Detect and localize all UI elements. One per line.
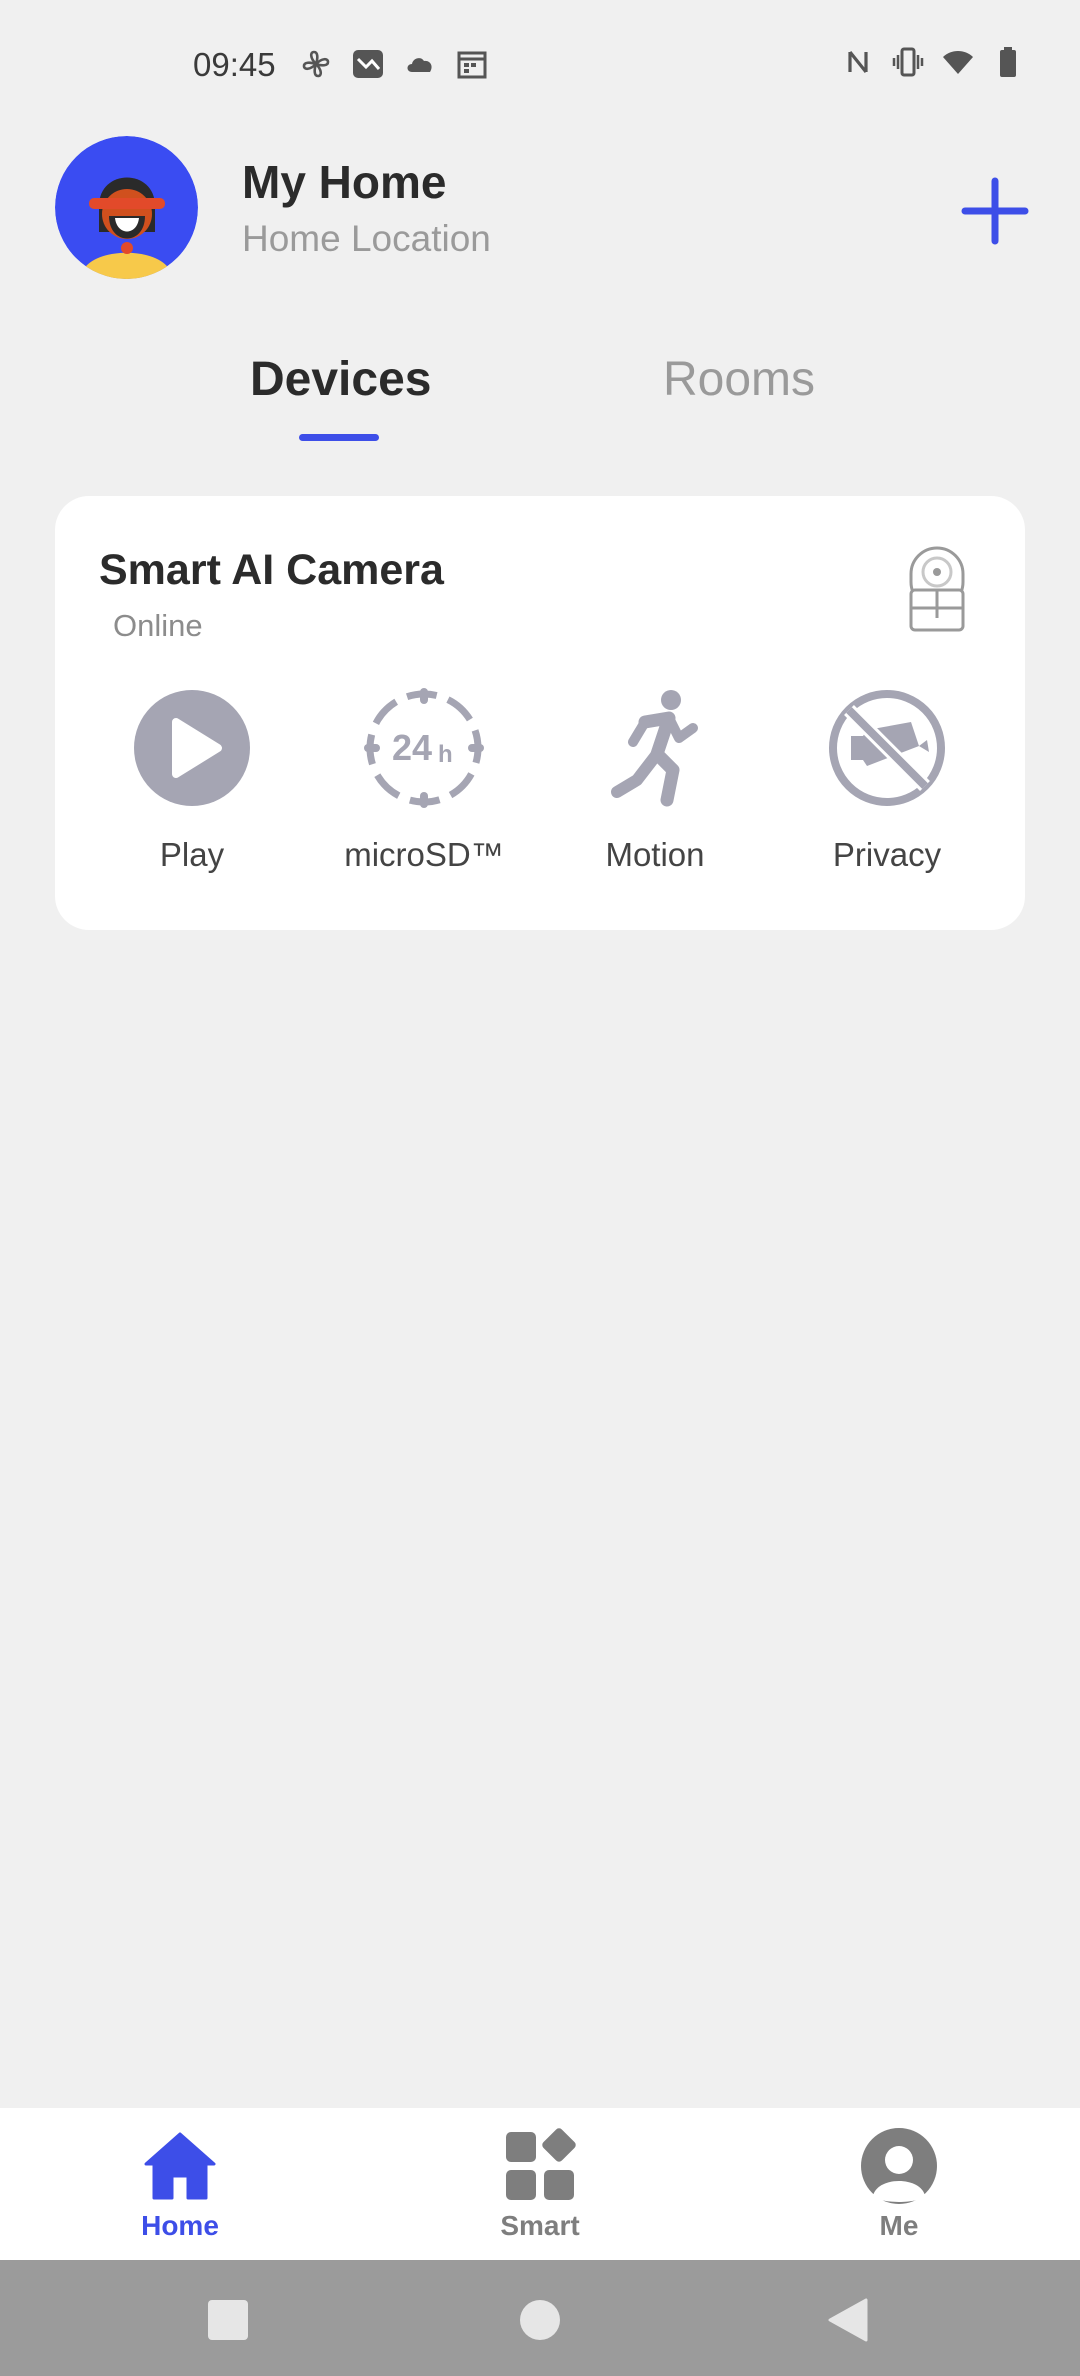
action-label: Play [159,836,225,873]
home-location[interactable]: Home Location [242,218,491,260]
nfc-icon [848,51,868,73]
photo-icon [353,50,383,78]
system-navigation-bar [0,2260,1080,2376]
home-title[interactable]: My Home [242,155,446,209]
tab-rooms[interactable]: Rooms [663,352,815,407]
home-circle-icon[interactable] [518,2298,562,2342]
bottom-navigation: Home Smart Me [0,2108,1080,2260]
status-notification-icons [300,48,488,80]
privacy-action[interactable]: Privacy [787,688,987,874]
battery-icon [1000,47,1016,77]
nav-me[interactable]: Me [799,2126,999,2242]
vibrate-icon [892,47,924,77]
calendar-icon [457,51,487,79]
action-label: microSD™ [344,836,504,873]
avatar-illustration [55,136,198,279]
profile-icon [861,2128,937,2204]
nav-label: Me [879,2210,919,2241]
device-card[interactable]: Smart AI Camera Online Play 24 h microSD… [55,496,1025,930]
privacy-camera-off-icon [829,690,945,806]
microsd-action[interactable]: 24 h microSD™ [324,688,524,874]
svg-text:h: h [438,741,453,768]
home-avatar[interactable] [55,136,198,279]
smart-grid-icon [506,2128,576,2200]
wifi-icon [943,51,973,74]
recents-square-icon[interactable] [206,2298,250,2342]
status-system-icons [842,46,1024,78]
tab-devices[interactable]: Devices [250,352,431,407]
play-icon [134,690,250,806]
play-action[interactable]: Play [92,688,292,874]
camera-device-icon [909,546,965,632]
motion-action[interactable]: Motion [555,688,755,874]
action-label: Motion [605,836,705,873]
device-status: Online [113,608,203,643]
action-label: Privacy [832,836,942,873]
nav-home[interactable]: Home [80,2126,280,2242]
status-bar: 09:45 [0,0,1080,130]
recording-24h-icon: 24 h [364,688,484,808]
cloud-icon [407,58,432,72]
active-tab-indicator [299,434,379,441]
nav-smart[interactable]: Smart [440,2126,640,2242]
home-icon [144,2132,216,2200]
device-name: Smart AI Camera [99,546,444,594]
nav-label: Smart [500,2210,580,2241]
svg-text:24: 24 [392,727,432,768]
back-triangle-icon[interactable] [826,2298,870,2342]
plus-icon[interactable] [960,176,1030,246]
fan-icon [302,50,330,78]
nav-label: Home [141,2210,219,2241]
motion-runner-icon [611,690,698,807]
status-time: 09:45 [193,46,276,83]
